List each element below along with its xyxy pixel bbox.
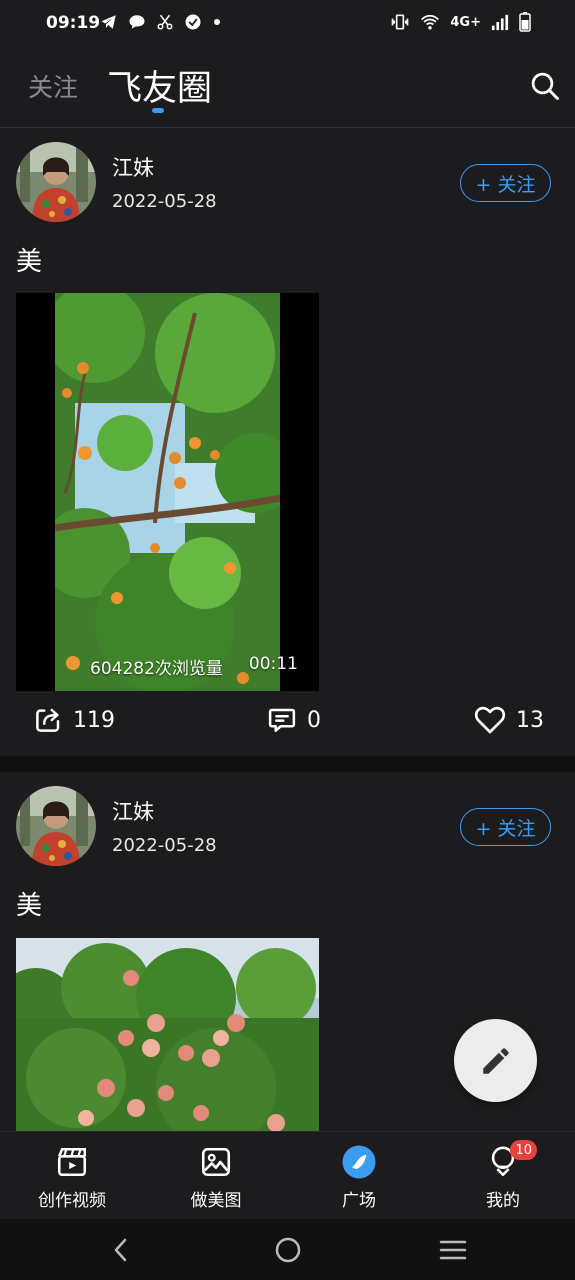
tab-feiyou-circle[interactable]: 飞友圈	[107, 60, 212, 111]
signal-icon	[491, 14, 509, 31]
home-button[interactable]	[273, 1235, 303, 1265]
dot-icon	[214, 19, 220, 25]
back-button[interactable]	[106, 1235, 136, 1265]
nav-item-create-video[interactable]: 创作视频	[0, 1132, 144, 1220]
active-tab-indicator	[152, 108, 164, 113]
plaza-icon	[342, 1145, 376, 1179]
post-image[interactable]	[16, 938, 319, 1132]
nav-label: 我的	[486, 1191, 520, 1211]
follow-button[interactable]: + 关注	[460, 164, 551, 202]
post-username[interactable]: 江妹	[112, 796, 154, 826]
compose-button[interactable]	[454, 1019, 537, 1102]
avatar-photo	[16, 142, 96, 222]
nav-item-mine[interactable]: 10 我的	[431, 1132, 575, 1220]
post-divider	[0, 756, 575, 772]
network-type: 4G+	[450, 14, 481, 30]
notification-badge: 10	[510, 1140, 537, 1160]
pencil-icon	[482, 1047, 509, 1074]
comment-icon	[268, 708, 296, 732]
search-button[interactable]	[525, 66, 565, 106]
post-video[interactable]: 604282次浏览量 00:11	[16, 293, 319, 691]
search-icon	[531, 72, 559, 100]
comment-count: 0	[307, 707, 321, 733]
recents-button[interactable]	[438, 1235, 468, 1265]
feed-post: 江妹 2022-05-28 + 关注 美 604282次浏览量 00:11 11…	[0, 128, 575, 756]
vibrate-icon	[392, 14, 409, 30]
like-action[interactable]: 13	[474, 705, 544, 735]
nav-label: 做美图	[190, 1191, 242, 1211]
peach-tree-photo	[16, 938, 319, 1132]
nav-label: 广场	[342, 1191, 376, 1211]
image-edit-icon	[201, 1147, 231, 1177]
share-count: 119	[73, 707, 115, 733]
like-count: 13	[516, 707, 544, 733]
post-text: 美	[16, 891, 43, 921]
avatar[interactable]	[16, 786, 96, 866]
system-navigation-bar	[0, 1219, 575, 1280]
tab-follow[interactable]: 关注	[28, 68, 78, 104]
home-icon	[275, 1237, 301, 1263]
avatar[interactable]	[16, 142, 96, 222]
nav-item-plaza[interactable]: 广场	[287, 1132, 431, 1220]
post-date: 2022-05-28	[112, 835, 217, 856]
status-right-icons: 4G+	[390, 12, 531, 32]
video-create-icon	[57, 1147, 87, 1177]
video-meta: 604282次浏览量 00:11	[90, 654, 298, 679]
video-duration: 00:11	[248, 654, 298, 674]
post-actions: 119 0 13	[0, 705, 575, 745]
telegram-icon	[101, 15, 116, 29]
post-text: 美	[16, 247, 43, 277]
avatar-photo	[16, 786, 96, 866]
nav-item-make-image[interactable]: 做美图	[144, 1132, 288, 1220]
scissors-icon	[157, 14, 173, 30]
post-username[interactable]: 江妹	[112, 152, 154, 182]
back-icon	[114, 1238, 127, 1262]
wifi-icon	[421, 14, 440, 30]
status-time: 09:19	[46, 13, 101, 33]
heart-icon	[474, 706, 506, 734]
chat-icon	[129, 15, 145, 29]
status-bar: 09:19 4G+	[0, 0, 575, 46]
share-icon	[36, 708, 60, 732]
video-thumbnail	[55, 293, 280, 691]
menu-icon	[439, 1240, 467, 1260]
nav-label: 创作视频	[38, 1191, 106, 1211]
view-count: 604282次浏览量	[90, 659, 223, 679]
post-date: 2022-05-28	[112, 191, 217, 212]
top-header: 关注 飞友圈	[0, 46, 575, 128]
bottom-navigation: 创作视频 做美图 广场 10 我的	[0, 1131, 575, 1219]
follow-button[interactable]: + 关注	[460, 808, 551, 846]
status-left-icons	[100, 13, 222, 31]
battery-icon	[519, 12, 531, 32]
comment-action[interactable]: 0	[267, 705, 321, 735]
share-action[interactable]: 119	[33, 705, 115, 735]
check-circle-icon	[185, 14, 201, 30]
